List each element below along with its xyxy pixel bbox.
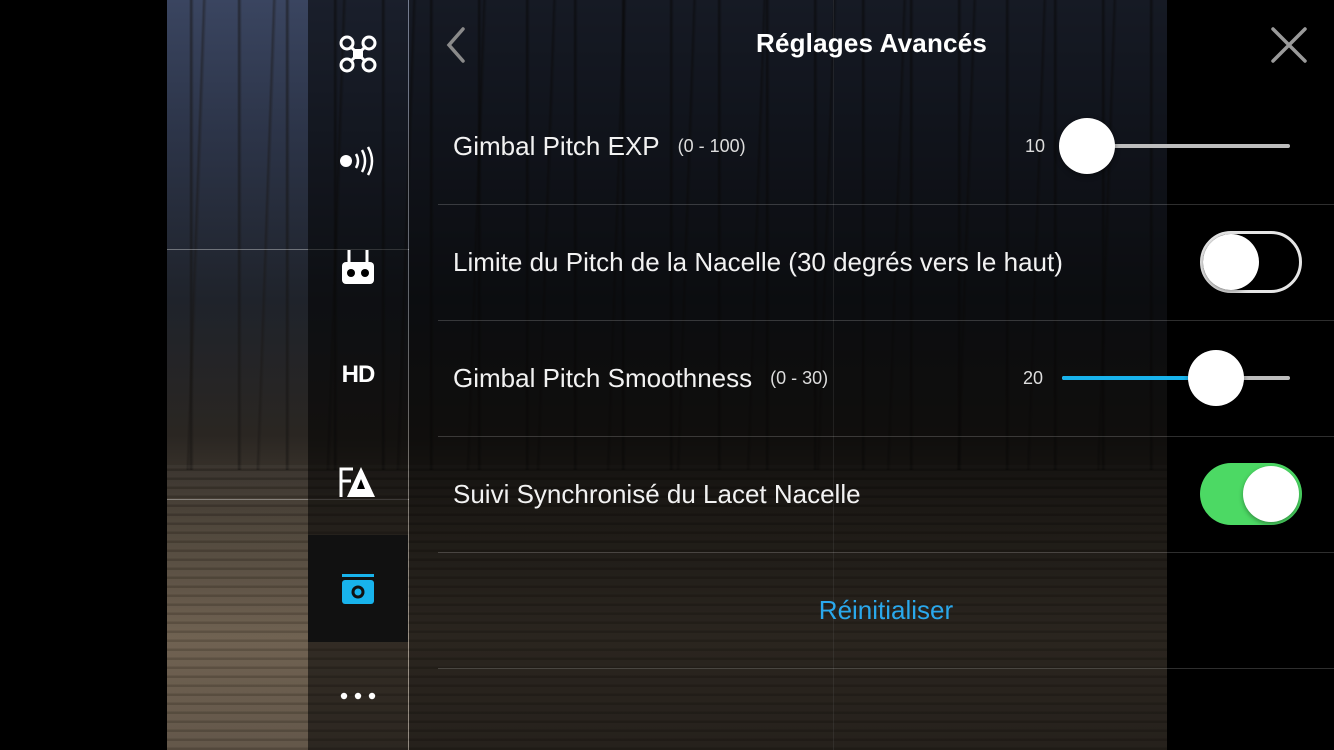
sidebar-item-gimbal[interactable] xyxy=(308,535,408,642)
gimbal-pitch-exp-label: Gimbal Pitch EXP xyxy=(453,130,660,161)
page-title: Réglages Avancés xyxy=(755,28,988,58)
gimbal-pitch-exp-value: 10 xyxy=(1025,135,1046,156)
gimbal-pitch-smoothness-label: Gimbal Pitch Smoothness xyxy=(453,362,753,393)
reset-row: Réinitialiser xyxy=(438,552,1334,669)
yaw-sync-toggle[interactable] xyxy=(1200,463,1302,525)
sidebar-item-battery[interactable] xyxy=(308,428,408,535)
close-icon xyxy=(1269,27,1309,69)
close-button[interactable] xyxy=(1269,25,1309,65)
gimbal-pitch-smoothness-value: 20 xyxy=(1023,367,1044,388)
slider-thumb[interactable] xyxy=(1058,118,1115,174)
gimbal-pitch-exp-range: (0 - 100) xyxy=(677,135,746,156)
signal-icon xyxy=(338,145,378,176)
more-icon xyxy=(340,692,376,700)
camera-gimbal-icon xyxy=(340,572,376,606)
advanced-settings-panel: Réglages Avancés Gimbal Pitch EXP (0 - 1… xyxy=(409,0,1334,750)
setting-row-yaw-sync: Suivi Synchronisé du Lacet Nacelle xyxy=(438,436,1334,553)
setting-row-gimbal-pitch-smoothness: Gimbal Pitch Smoothness (0 - 30) 20 xyxy=(438,320,1334,437)
remote-controller-icon xyxy=(340,248,376,288)
yaw-sync-label: Suivi Synchronisé du Lacet Nacelle xyxy=(453,478,861,509)
panel-header: Réglages Avancés xyxy=(409,0,1334,90)
setting-label-container: Gimbal Pitch Smoothness (0 - 30) xyxy=(453,320,828,436)
gimbal-pitch-exp-slider[interactable] xyxy=(1058,118,1290,174)
pitch-limit-label: Limite du Pitch de la Nacelle (30 degrés… xyxy=(453,246,1063,277)
slider-thumb[interactable] xyxy=(1188,350,1244,406)
toggle-knob xyxy=(1243,466,1299,522)
battery-settings-icon xyxy=(339,465,377,499)
setting-row-gimbal-pitch-exp: Gimbal Pitch EXP (0 - 100) 10 xyxy=(438,88,1334,205)
gimbal-pitch-smoothness-slider[interactable] xyxy=(1062,350,1290,406)
setting-label-container: Limite du Pitch de la Nacelle (30 degrés… xyxy=(453,204,1063,320)
drone-icon xyxy=(338,34,378,74)
sidebar-item-signal[interactable] xyxy=(308,107,408,214)
sidebar-item-hd[interactable]: HD xyxy=(308,321,408,428)
sidebar-item-more[interactable] xyxy=(308,642,408,749)
sidebar-item-remote[interactable] xyxy=(308,214,408,321)
pitch-limit-toggle[interactable] xyxy=(1200,231,1302,293)
toggle-knob xyxy=(1203,234,1259,290)
sidebar-item-aircraft[interactable] xyxy=(308,0,408,107)
setting-label-container: Gimbal Pitch EXP (0 - 100) xyxy=(453,88,746,204)
setting-row-pitch-limit: Limite du Pitch de la Nacelle (30 degrés… xyxy=(438,204,1334,321)
reset-button[interactable]: Réinitialiser xyxy=(819,595,953,626)
setting-label-container: Suivi Synchronisé du Lacet Nacelle xyxy=(453,436,861,552)
settings-sidebar: HD xyxy=(308,0,408,750)
hd-label: HD xyxy=(341,360,376,388)
gimbal-pitch-smoothness-range: (0 - 30) xyxy=(770,367,829,388)
